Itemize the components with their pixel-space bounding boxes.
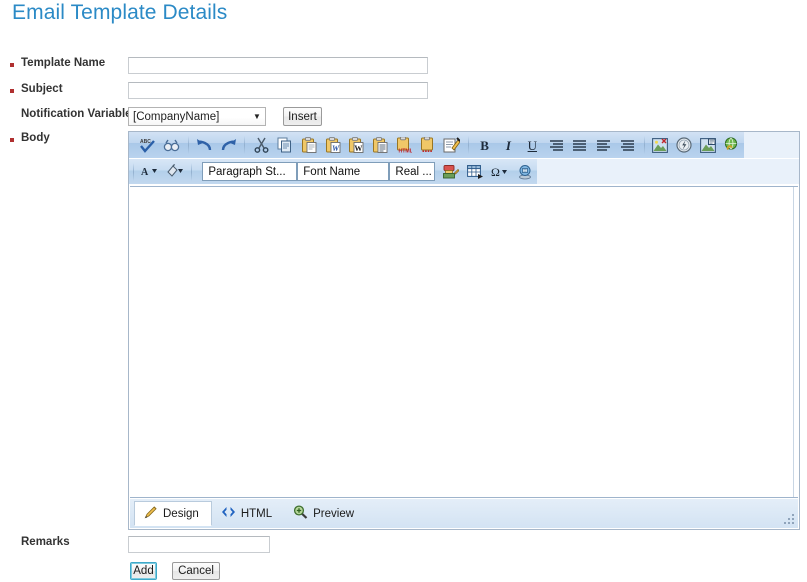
editor-mode-tabbar: Design HTML — [130, 499, 798, 528]
remarks-input[interactable] — [128, 536, 270, 553]
format-painter-icon[interactable] — [438, 160, 463, 184]
tab-html[interactable]: HTML — [212, 501, 284, 526]
notification-variable-value: [CompanyName] — [129, 111, 249, 123]
insert-image-icon[interactable] — [649, 133, 673, 157]
label-notification-variable: Notification Variable — [21, 106, 132, 122]
tab-preview[interactable]: Preview — [284, 501, 366, 526]
pencil-icon — [144, 505, 158, 522]
label-template-name: Template Name — [21, 55, 105, 71]
editor-content-area[interactable] — [130, 186, 798, 498]
toolbar-separator — [468, 136, 469, 154]
editor-toolbar-row-2: A Paragraph St... Font Name Real ... — [129, 159, 799, 185]
svg-text:W: W — [332, 144, 340, 153]
font-size-combo[interactable]: Real ... — [389, 162, 435, 181]
cut-icon[interactable] — [249, 133, 273, 157]
tab-design[interactable]: Design — [134, 501, 212, 526]
insert-table-icon[interactable] — [463, 160, 488, 184]
email-template-details-page: Email Template Details Template Name Sub… — [0, 0, 807, 582]
paste-plain-text-icon[interactable] — [368, 133, 392, 157]
paste-from-word-icon[interactable]: W — [321, 133, 345, 157]
svg-text:Ω: Ω — [491, 165, 500, 179]
bold-icon[interactable]: B — [473, 133, 497, 157]
paragraph-style-combo[interactable]: Paragraph St... — [202, 162, 297, 181]
label-body: Body — [21, 130, 50, 146]
tab-html-label: HTML — [241, 508, 272, 520]
page-title: Email Template Details — [12, 1, 227, 25]
copy-icon[interactable] — [273, 133, 297, 157]
paste-as-html-icon[interactable]: HTML — [392, 133, 416, 157]
undo-icon[interactable] — [193, 133, 217, 157]
subject-input[interactable] — [128, 82, 428, 99]
insert-symbol-icon[interactable]: Ω — [488, 160, 513, 184]
toolbar-filler — [537, 159, 799, 184]
underline-icon[interactable]: U — [520, 133, 544, 157]
label-subject: Subject — [21, 81, 63, 97]
align-left-icon[interactable] — [592, 133, 616, 157]
add-button[interactable]: Add — [130, 562, 157, 580]
editor-content-body[interactable] — [130, 187, 794, 497]
find-replace-icon[interactable] — [160, 133, 184, 157]
svg-text:A: A — [141, 167, 149, 178]
toolbar-separator — [244, 136, 245, 154]
spellcheck-icon[interactable]: ABC — [136, 133, 160, 157]
image-map-editor-icon[interactable] — [696, 133, 720, 157]
paste-html-icon[interactable] — [416, 133, 440, 157]
svg-text:HTML: HTML — [399, 149, 413, 154]
editor-toolbar-row-1: ABC — [129, 132, 799, 159]
notification-variable-select[interactable]: [CompanyName] ▼ — [128, 107, 266, 126]
font-name-combo[interactable]: Font Name — [297, 162, 389, 181]
required-marker-icon — [10, 63, 14, 67]
template-name-input[interactable] — [128, 57, 428, 74]
paste-icon[interactable] — [297, 133, 321, 157]
insert-variable-button[interactable]: Insert — [283, 107, 322, 126]
format-stripper-icon[interactable] — [440, 133, 464, 157]
insert-flash-icon[interactable] — [672, 133, 696, 157]
magnifier-plus-icon — [293, 505, 308, 522]
align-center-icon[interactable] — [616, 133, 640, 157]
editor-resize-grip[interactable] — [784, 514, 796, 526]
align-right-icon[interactable] — [544, 133, 568, 157]
cancel-button[interactable]: Cancel — [172, 562, 220, 580]
required-marker-icon — [10, 89, 14, 93]
italic-icon[interactable]: I — [497, 133, 521, 157]
svg-text:ABC: ABC — [140, 139, 151, 145]
chevron-down-icon: ▼ — [249, 113, 265, 121]
toolbar-separator — [133, 163, 134, 181]
form-row-notification-variable: Notification Variable — [0, 106, 807, 128]
tab-design-label: Design — [163, 508, 199, 520]
insert-snippet-icon[interactable] — [512, 160, 537, 184]
toolbar-filler — [744, 132, 799, 158]
align-justify-icon[interactable] — [568, 133, 592, 157]
redo-icon[interactable] — [216, 133, 240, 157]
angle-brackets-icon — [221, 506, 236, 521]
hyperlink-manager-icon[interactable] — [720, 133, 744, 157]
toolbar-buttons-row-2: A Paragraph St... Font Name Real ... — [129, 159, 537, 184]
background-color-icon[interactable] — [163, 160, 188, 184]
label-remarks: Remarks — [21, 536, 70, 548]
tab-preview-label: Preview — [313, 508, 354, 520]
required-marker-icon — [10, 138, 14, 142]
foreground-color-icon[interactable]: A — [138, 160, 163, 184]
paste-from-word-no-font-icon[interactable]: W — [345, 133, 369, 157]
toolbar-buttons-row-1: ABC — [129, 132, 744, 158]
rich-text-editor: ABC — [128, 131, 800, 530]
svg-text:W: W — [355, 144, 363, 153]
toolbar-separator — [644, 136, 645, 154]
toolbar-separator — [191, 163, 192, 181]
toolbar-separator — [188, 136, 189, 154]
